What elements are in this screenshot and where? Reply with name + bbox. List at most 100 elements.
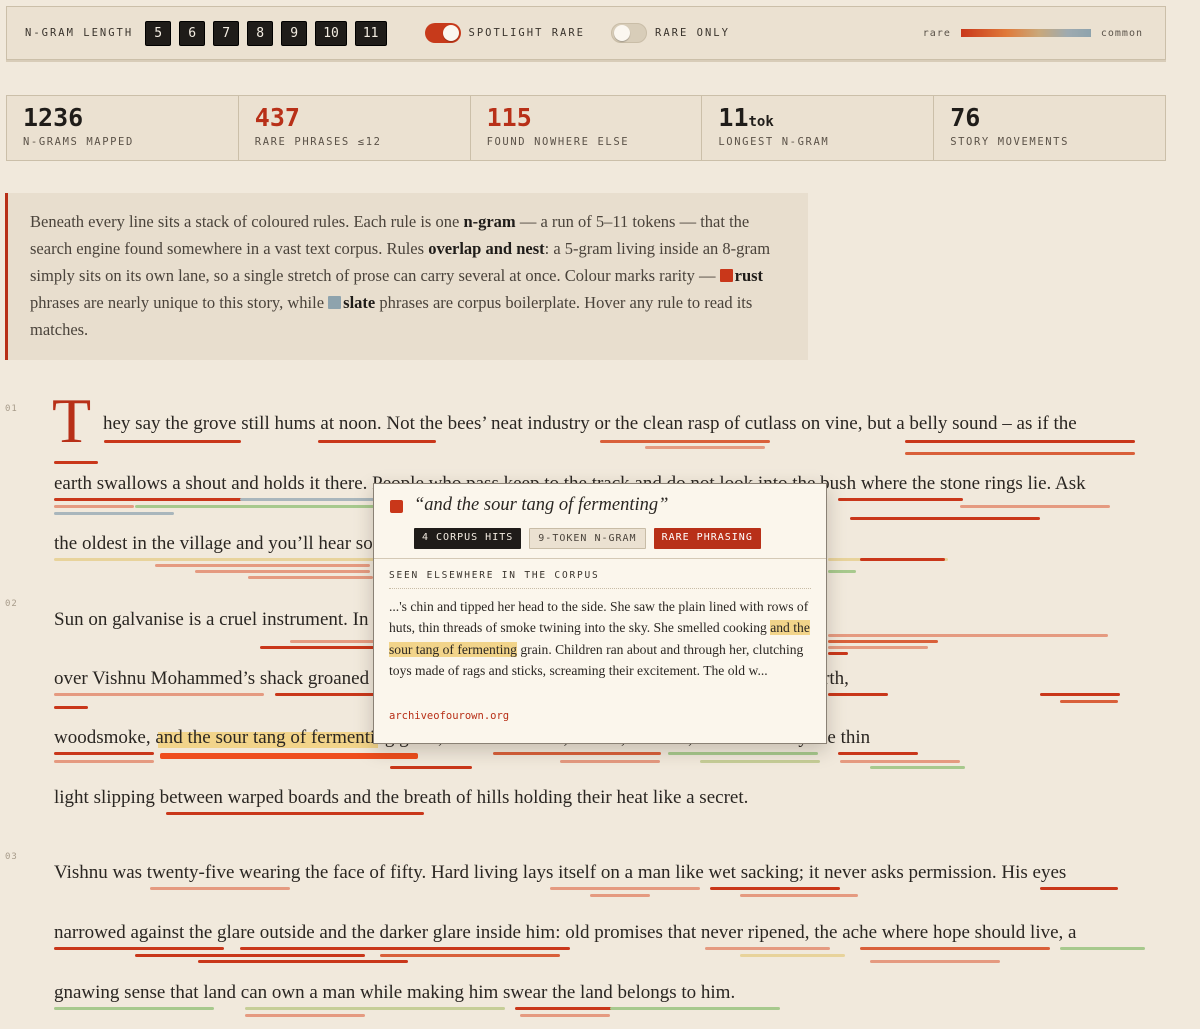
ngram-rule[interactable] — [240, 498, 380, 501]
length-button-7[interactable]: 7 — [213, 20, 240, 46]
ngram-rule[interactable] — [240, 947, 570, 950]
ngram-rule[interactable] — [318, 440, 436, 443]
ngram-rule[interactable] — [600, 440, 770, 443]
length-button-11[interactable]: 11 — [354, 20, 387, 46]
stat-value: 437 — [254, 103, 300, 132]
ngram-rule[interactable] — [828, 558, 948, 561]
story-line: Vishnu was twenty-five wearing the face … — [54, 862, 1067, 883]
ngram-rule[interactable] — [740, 954, 845, 957]
legend-common-label: common — [1100, 27, 1143, 39]
ngram-rule[interactable] — [700, 760, 820, 763]
ngram-rule[interactable] — [380, 954, 560, 957]
ngram-rule[interactable] — [54, 558, 374, 561]
ngram-rule[interactable] — [520, 1014, 610, 1017]
intro-rust-word: rust — [734, 266, 764, 285]
ngram-rule[interactable] — [828, 634, 1108, 637]
ngram-rule[interactable] — [960, 505, 1110, 508]
ngram-rule[interactable] — [828, 693, 888, 696]
paragraph-number: 02 — [5, 599, 18, 609]
ngram-rule[interactable] — [645, 446, 765, 449]
rust-swatch-icon — [719, 269, 733, 282]
ngram-rule[interactable] — [828, 640, 938, 643]
ngram-rule[interactable] — [1060, 700, 1118, 703]
length-button-10[interactable]: 10 — [315, 20, 347, 46]
ngram-rule[interactable] — [1060, 947, 1145, 950]
story-line: gnawing sense that land can own a man wh… — [54, 982, 736, 1003]
ngram-rule[interactable] — [705, 947, 830, 950]
ngram-rule[interactable] — [668, 752, 818, 755]
ngram-rule[interactable] — [245, 1014, 365, 1017]
ngram-rule[interactable] — [54, 693, 264, 696]
ngram-rule[interactable] — [870, 766, 965, 769]
slate-swatch-icon — [328, 296, 342, 309]
ngram-rule[interactable] — [54, 760, 154, 763]
ngram-rule[interactable] — [550, 887, 700, 890]
ngram-rule[interactable] — [828, 652, 848, 655]
ngram-rule[interactable] — [870, 960, 1000, 963]
ngram-rule[interactable] — [54, 461, 98, 464]
ngram-rule[interactable] — [54, 706, 88, 709]
ngram-rule[interactable] — [54, 498, 244, 501]
ngram-rule[interactable] — [198, 960, 408, 963]
ngram-rule[interactable] — [610, 1007, 780, 1010]
ngram-rule[interactable] — [54, 505, 134, 508]
ngram-rule[interactable] — [195, 570, 370, 573]
tooltip-section-heading: SEEN ELSEWHERE IN THE CORPUS — [389, 570, 600, 581]
stat-label: N-GRAMS MAPPED — [23, 135, 134, 148]
ngram-rule[interactable] — [905, 452, 1135, 455]
ngram-rule[interactable] — [1040, 887, 1118, 890]
ngram-rule[interactable] — [54, 1007, 214, 1010]
ngram-rule[interactable] — [590, 894, 650, 897]
active-ngram-rule[interactable] — [160, 753, 418, 759]
story-line: hey say the grove still hums at noon. No… — [103, 413, 1077, 434]
ngram-rule[interactable] — [828, 570, 856, 573]
ngram-rule[interactable] — [1040, 693, 1120, 696]
ngram-rule[interactable] — [828, 646, 928, 649]
ngram-rule[interactable] — [840, 760, 960, 763]
stat-label: RARE PHRASES ≤12 — [254, 135, 382, 148]
ngram-rule[interactable] — [740, 894, 858, 897]
stat-found-nowhere-else: 115 FOUND NOWHERE ELSE — [471, 96, 703, 160]
ngram-rule[interactable] — [838, 752, 918, 755]
excerpt-source-link[interactable]: archiveofourown.org — [389, 710, 509, 722]
ngram-rule[interactable] — [515, 1007, 615, 1010]
stat-value: 115 — [486, 103, 532, 132]
ngram-rule[interactable] — [390, 766, 472, 769]
ngram-rule[interactable] — [248, 576, 373, 579]
ngram-rule[interactable] — [155, 564, 370, 567]
rarity-gradient-legend — [960, 29, 1091, 37]
ngram-rule[interactable] — [905, 440, 1135, 443]
token-length-badge: 9-TOKEN N-GRAM — [529, 528, 646, 549]
ngram-rule[interactable] — [135, 505, 375, 508]
paragraph-number: 01 — [5, 404, 18, 414]
intro-explainer: Beneath every line sits a stack of colou… — [5, 193, 808, 360]
tooltip-badges: 4 CORPUS HITS 9-TOKEN N-GRAM RARE PHRASI… — [414, 528, 761, 549]
ngram-rule[interactable] — [860, 947, 1050, 950]
ngram-rule[interactable] — [54, 947, 224, 950]
stat-longest-ngram: 11tok LONGEST N-GRAM — [702, 96, 935, 160]
ngram-rule[interactable] — [150, 887, 290, 890]
ngram-rule[interactable] — [54, 752, 154, 755]
ngram-rule[interactable] — [493, 752, 661, 755]
length-button-6[interactable]: 6 — [179, 20, 206, 46]
rare-only-toggle[interactable] — [611, 23, 648, 43]
length-button-5[interactable]: 5 — [145, 20, 172, 46]
ngram-rule[interactable] — [260, 646, 375, 649]
length-button-8[interactable]: 8 — [247, 20, 274, 46]
ngram-rule[interactable] — [850, 517, 1040, 520]
ngram-rule[interactable] — [710, 887, 840, 890]
ngram-rule[interactable] — [290, 640, 375, 643]
ngram-rule[interactable] — [135, 954, 365, 957]
ngram-rule[interactable] — [275, 693, 375, 696]
ngram-rule[interactable] — [104, 440, 241, 443]
ngram-rule[interactable] — [860, 558, 945, 561]
ngram-rule[interactable] — [838, 498, 963, 501]
ngram-tooltip: “and the sour tang of fermenting” 4 CORP… — [373, 483, 827, 744]
ngram-rule[interactable] — [245, 1007, 505, 1010]
ngram-rule[interactable] — [560, 760, 660, 763]
length-button-9[interactable]: 9 — [281, 20, 308, 46]
ngram-rule[interactable] — [166, 812, 424, 815]
tooltip-divider — [374, 558, 826, 559]
ngram-rule[interactable] — [54, 512, 174, 515]
spotlight-rare-toggle[interactable] — [424, 23, 461, 43]
